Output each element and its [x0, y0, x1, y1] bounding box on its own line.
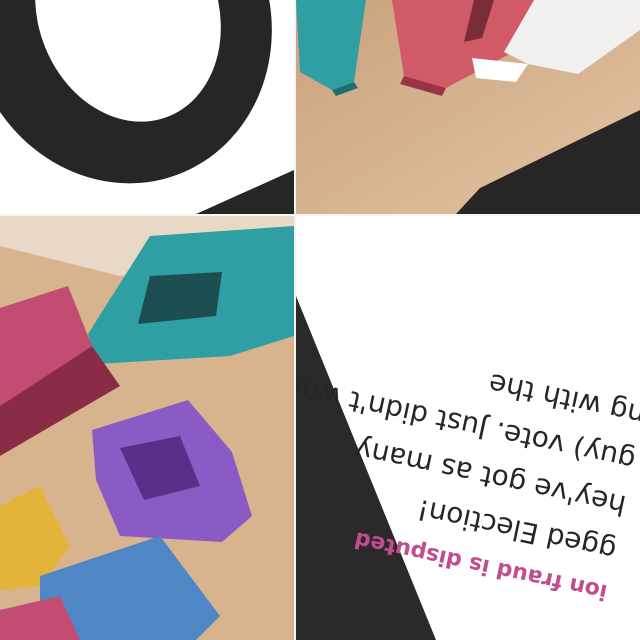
rotated-text-block: ion fraud is disputed gged Election! hey… [296, 216, 640, 640]
colorful-letters-icon [0, 216, 294, 640]
tile-top-left [0, 0, 294, 214]
letter-blocks-icon [296, 0, 640, 214]
divider-horizontal [0, 214, 640, 216]
letter-o-icon [0, 0, 294, 214]
tile-top-right [296, 0, 640, 214]
divider-vertical [294, 0, 296, 640]
tile-bottom-left [0, 216, 294, 640]
tile-bottom-right: ion fraud is disputed gged Election! hey… [296, 216, 640, 640]
